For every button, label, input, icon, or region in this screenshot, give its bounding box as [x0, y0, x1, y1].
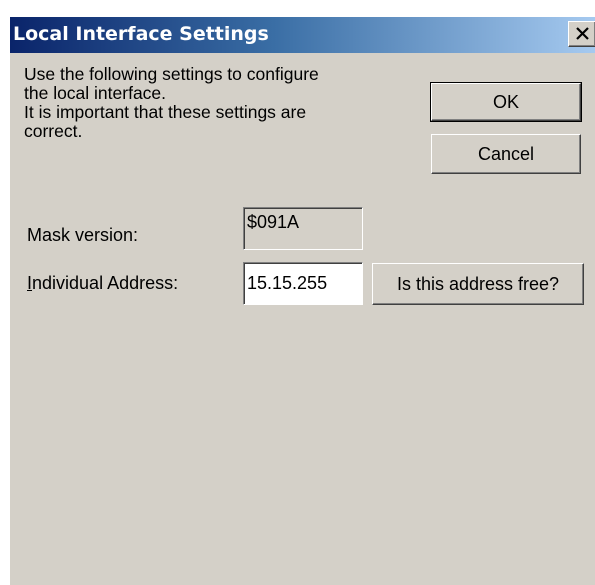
intro-line: It is important that these settings are	[24, 102, 307, 122]
individual-address-input[interactable]	[243, 262, 363, 305]
local-interface-settings-dialog: Local Interface Settings Use the followi…	[9, 16, 595, 585]
dialog-title: Local Interface Settings	[13, 23, 269, 45]
mask-version-label: Mask version:	[27, 225, 139, 245]
check-address-free-button[interactable]: Is this address free?	[372, 263, 584, 305]
intro-text: Use the following settings to configure …	[24, 65, 414, 141]
close-button[interactable]	[568, 21, 595, 47]
individual-address-label: Individual Address:	[27, 273, 178, 294]
individual-address-label-text: ndividual Address:	[32, 273, 179, 293]
ok-button[interactable]: OK	[430, 82, 582, 122]
close-x-icon	[576, 27, 589, 40]
mask-version-field: $091A	[243, 207, 363, 250]
intro-line: the local interface.	[24, 83, 167, 103]
cancel-button[interactable]: Cancel	[431, 134, 581, 174]
intro-line: Use the following settings to configure	[24, 64, 319, 84]
intro-line: correct.	[24, 121, 83, 141]
title-bar[interactable]: Local Interface Settings	[10, 17, 595, 53]
